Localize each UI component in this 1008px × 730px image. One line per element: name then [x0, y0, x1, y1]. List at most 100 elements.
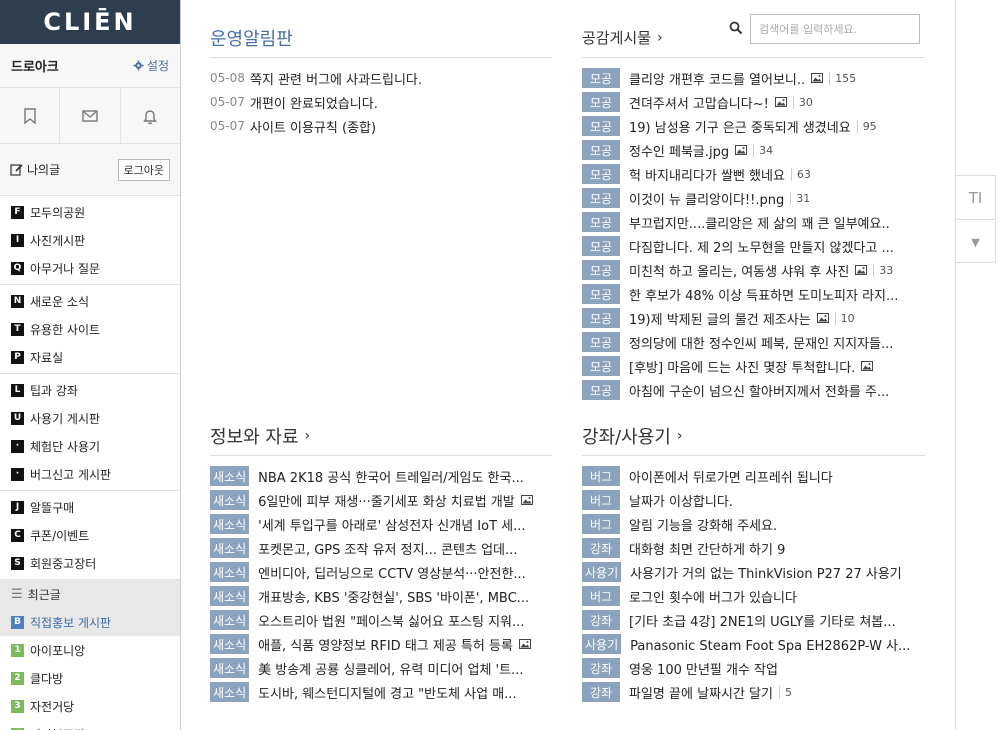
list-item[interactable]: 모공 19) 남성용 기구 은근 중독되게 생겼네요 95 [582, 114, 925, 138]
list-item[interactable]: 새소식 오스트리아 법원 "페이스북 싫어요 포스팅 지워... [210, 608, 552, 632]
post-title[interactable]: 이것이 뉴 클리앙이다!!.png [629, 189, 784, 208]
list-item[interactable]: 모공 한 후보가 48% 이상 득표하면 도미노피자 라지... [582, 282, 925, 306]
list-item[interactable]: 모공 다짐합니다. 제 2의 노무현을 만들지 않겠다고 ... [582, 234, 925, 258]
sidebar-item[interactable]: · 버그신고 게시판 [0, 460, 180, 488]
list-item[interactable]: 버그 아이폰에서 뒤로가면 리프레쉬 됩니다 [582, 464, 925, 488]
notice-text[interactable]: 사이트 이용규칙 (종합) [250, 117, 376, 136]
post-title[interactable]: 19) 남성용 기구 은근 중독되게 생겼네요 [629, 117, 851, 136]
list-item[interactable]: 모공 19)제 박제된 글의 물건 제조사는 10 [582, 306, 925, 330]
list-item[interactable]: 새소식 포켓몬고, GPS 조작 유저 정지... 콘텐츠 업데... [210, 536, 552, 560]
recent-item[interactable]: 3 자전거당 [0, 692, 180, 720]
list-item[interactable]: 모공 [후방] 마음에 드는 사진 몇장 투척합니다. [582, 354, 925, 378]
sidebar-item[interactable]: N 새로운 소식 [0, 287, 180, 315]
notice-row[interactable]: 05-07 사이트 이용규칙 (종합) [210, 114, 552, 138]
post-title[interactable]: 클리앙 개편후 코드를 열어보니.. [629, 69, 805, 88]
post-title[interactable]: 애플, 식품 영양정보 RFID 태그 제공 특허 등록 [258, 635, 513, 654]
post-title[interactable]: 미친척 하고 올리는, 여동생 샤워 후 사진 [629, 261, 849, 280]
sidebar-item[interactable]: L 팁과 강좌 [0, 376, 180, 404]
list-item[interactable]: 새소식 도시바, 웨스턴디지털에 경고 "반도체 사업 매... [210, 680, 552, 704]
notice-text[interactable]: 개편이 완료되었습니다. [250, 93, 378, 112]
logo-bar[interactable]: CLIĒN [0, 0, 180, 44]
notice-title[interactable]: 운영알림판 [210, 18, 552, 58]
info-title[interactable]: 정보와 자료 › [210, 416, 552, 456]
post-title[interactable]: 6일만에 피부 재생···줄기세포 화상 치료법 개발 [258, 491, 515, 510]
post-title[interactable]: 엔비디아, 딥러닝으로 CCTV 영상분석···안전한... [258, 563, 526, 582]
bookmark-button[interactable] [0, 88, 61, 143]
list-item[interactable]: 모공 헉 바지내리다가 쌀뻔 했네요 63 [582, 162, 925, 186]
post-title[interactable]: [후방] 마음에 드는 사진 몇장 투척합니다. [629, 357, 855, 376]
post-title[interactable]: 파일명 끝에 날짜시간 달기 [629, 683, 773, 702]
notice-text[interactable]: 쪽지 관련 버그에 사과드립니다. [250, 69, 422, 88]
post-title[interactable]: 포켓몬고, GPS 조작 유저 정지... 콘텐츠 업데... [258, 539, 517, 558]
notice-row[interactable]: 05-07 개편이 완료되었습니다. [210, 90, 552, 114]
list-item[interactable]: 모공 정수인 페북글.jpg 34 [582, 138, 925, 162]
settings-button[interactable]: 설정 [133, 57, 169, 74]
mail-button[interactable] [60, 88, 121, 143]
recent-header[interactable]: ☰ 최근글 [0, 580, 180, 608]
list-item[interactable]: 새소식 애플, 식품 영양정보 RFID 태그 제공 특허 등록 [210, 632, 552, 656]
sidebar-item[interactable]: I 사진게시판 [0, 226, 180, 254]
post-title[interactable]: 대화형 최면 간단하게 하기 9 [629, 539, 785, 558]
font-size-button[interactable]: TI [956, 176, 995, 220]
search-icon[interactable] [729, 21, 743, 35]
list-item[interactable]: 강좌 영웅 100 만년필 개수 작업 [582, 656, 925, 680]
site-logo[interactable]: CLIĒN [43, 8, 136, 36]
sidebar-item[interactable]: · 체험단 사용기 [0, 432, 180, 460]
list-item[interactable]: 모공 정의당에 대한 정수인씨 페북, 문재인 지지자들... [582, 330, 925, 354]
list-item[interactable]: 버그 로그인 횟수에 버그가 있습니다 [582, 584, 925, 608]
lecture-title[interactable]: 강좌/사용기 › [582, 416, 925, 456]
sidebar-item[interactable]: T 유용한 사이트 [0, 315, 180, 343]
list-item[interactable]: 새소식 NBA 2K18 공식 한국어 트레일러/게임도 한국... [210, 464, 552, 488]
sidebar-item[interactable]: S 회원중고장터 [0, 549, 180, 577]
logout-button[interactable]: 로그아웃 [117, 158, 170, 181]
post-title[interactable]: 영웅 100 만년필 개수 작업 [629, 659, 778, 678]
notice-row[interactable]: 05-08 쪽지 관련 버그에 사과드립니다. [210, 66, 552, 90]
post-title[interactable]: Panasonic Steam Foot Spa EH2862P-W 사... [630, 635, 910, 654]
list-item[interactable]: 모공 이것이 뉴 클리앙이다!!.png 31 [582, 186, 925, 210]
post-title[interactable]: 사용기가 거의 없는 ThinkVision P27 27 사용기 [630, 563, 902, 582]
recent-item[interactable]: B 직접홍보 게시판 [0, 608, 180, 636]
post-title[interactable]: NBA 2K18 공식 한국어 트레일러/게임도 한국... [258, 467, 524, 486]
list-item[interactable]: 새소식 엔비디아, 딥러닝으로 CCTV 영상분석···안전한... [210, 560, 552, 584]
recent-item[interactable]: 4디아블로당 [0, 720, 180, 730]
recent-item[interactable]: 2 클다방 [0, 664, 180, 692]
list-item[interactable]: 버그 알림 기능을 강화해 주세요. [582, 512, 925, 536]
post-title[interactable]: 견뎌주셔서 고맙습니다~! [629, 93, 769, 112]
my-posts-link[interactable]: 나의글 [10, 161, 60, 178]
post-title[interactable]: [기타 초급 4강] 2NE1의 UGLY를 기타로 쳐봅... [629, 611, 896, 630]
list-item[interactable]: 모공 미친척 하고 올리는, 여동생 샤워 후 사진 33 [582, 258, 925, 282]
sidebar-item[interactable]: F 모두의공원 [0, 198, 180, 226]
dropdown-arrow-icon[interactable]: ▼ [956, 220, 995, 264]
list-item[interactable]: 강좌 대화형 최면 간단하게 하기 9 [582, 536, 925, 560]
sidebar-item[interactable]: Q 아무거나 질문 [0, 254, 180, 282]
post-title[interactable]: 도시바, 웨스턴디지털에 경고 "반도체 사업 매... [258, 683, 516, 702]
sidebar-item[interactable]: U 사용기 게시판 [0, 404, 180, 432]
post-title[interactable]: 아이폰에서 뒤로가면 리프레쉬 됩니다 [629, 467, 833, 486]
notification-button[interactable] [121, 88, 180, 143]
search-input[interactable] [750, 14, 920, 44]
post-title[interactable]: 정수인 페북글.jpg [629, 141, 729, 160]
sidebar-item[interactable]: P 자료실 [0, 343, 180, 371]
post-title[interactable]: 오스트리아 법원 "페이스북 싫어요 포스팅 지워... [258, 611, 524, 630]
list-item[interactable]: 사용기 Panasonic Steam Foot Spa EH2862P-W 사.… [582, 632, 925, 656]
post-title[interactable]: 다짐합니다. 제 2의 노무현을 만들지 않겠다고 ... [629, 237, 894, 256]
post-title[interactable]: 한 후보가 48% 이상 득표하면 도미노피자 라지... [629, 285, 898, 304]
list-item[interactable]: 모공 클리앙 개편후 코드를 열어보니.. 155 [582, 66, 925, 90]
post-title[interactable]: 개표방송, KBS '중강현실', SBS '바이폰', MBC... [258, 587, 529, 606]
list-item[interactable]: 새소식 '세계 투입구를 아래로' 삼성전자 신개념 IoT 세... [210, 512, 552, 536]
post-title[interactable]: 美 방송계 공룡 싱클레어, 유력 미디어 업체 '트... [258, 659, 523, 678]
post-title[interactable]: 날짜가 이상합니다. [629, 491, 733, 510]
post-title[interactable]: 부끄럽지만....클리앙은 제 삶의 꽤 큰 일부예요.. [629, 213, 890, 232]
post-title[interactable]: '세계 투입구를 아래로' 삼성전자 신개념 IoT 세... [258, 515, 525, 534]
sidebar-item[interactable]: J 알뜰구매 [0, 493, 180, 521]
post-title[interactable]: 아침에 구순이 넘으신 할아버지께서 전화를 주... [629, 381, 889, 400]
list-item[interactable]: 모공 견뎌주셔서 고맙습니다~! 30 [582, 90, 925, 114]
list-item[interactable]: 사용기 사용기가 거의 없는 ThinkVision P27 27 사용기 [582, 560, 925, 584]
list-item[interactable]: 새소식 美 방송계 공룡 싱클레어, 유력 미디어 업체 '트... [210, 656, 552, 680]
post-title[interactable]: 로그인 횟수에 버그가 있습니다 [629, 587, 797, 606]
list-item[interactable]: 모공 아침에 구순이 넘으신 할아버지께서 전화를 주... [582, 378, 925, 402]
list-item[interactable]: 새소식 6일만에 피부 재생···줄기세포 화상 치료법 개발 [210, 488, 552, 512]
list-item[interactable]: 강좌 [기타 초급 4강] 2NE1의 UGLY를 기타로 쳐봅... [582, 608, 925, 632]
post-title[interactable]: 알림 기능을 강화해 주세요. [629, 515, 777, 534]
list-item[interactable]: 강좌 파일명 끝에 날짜시간 달기 5 [582, 680, 925, 704]
